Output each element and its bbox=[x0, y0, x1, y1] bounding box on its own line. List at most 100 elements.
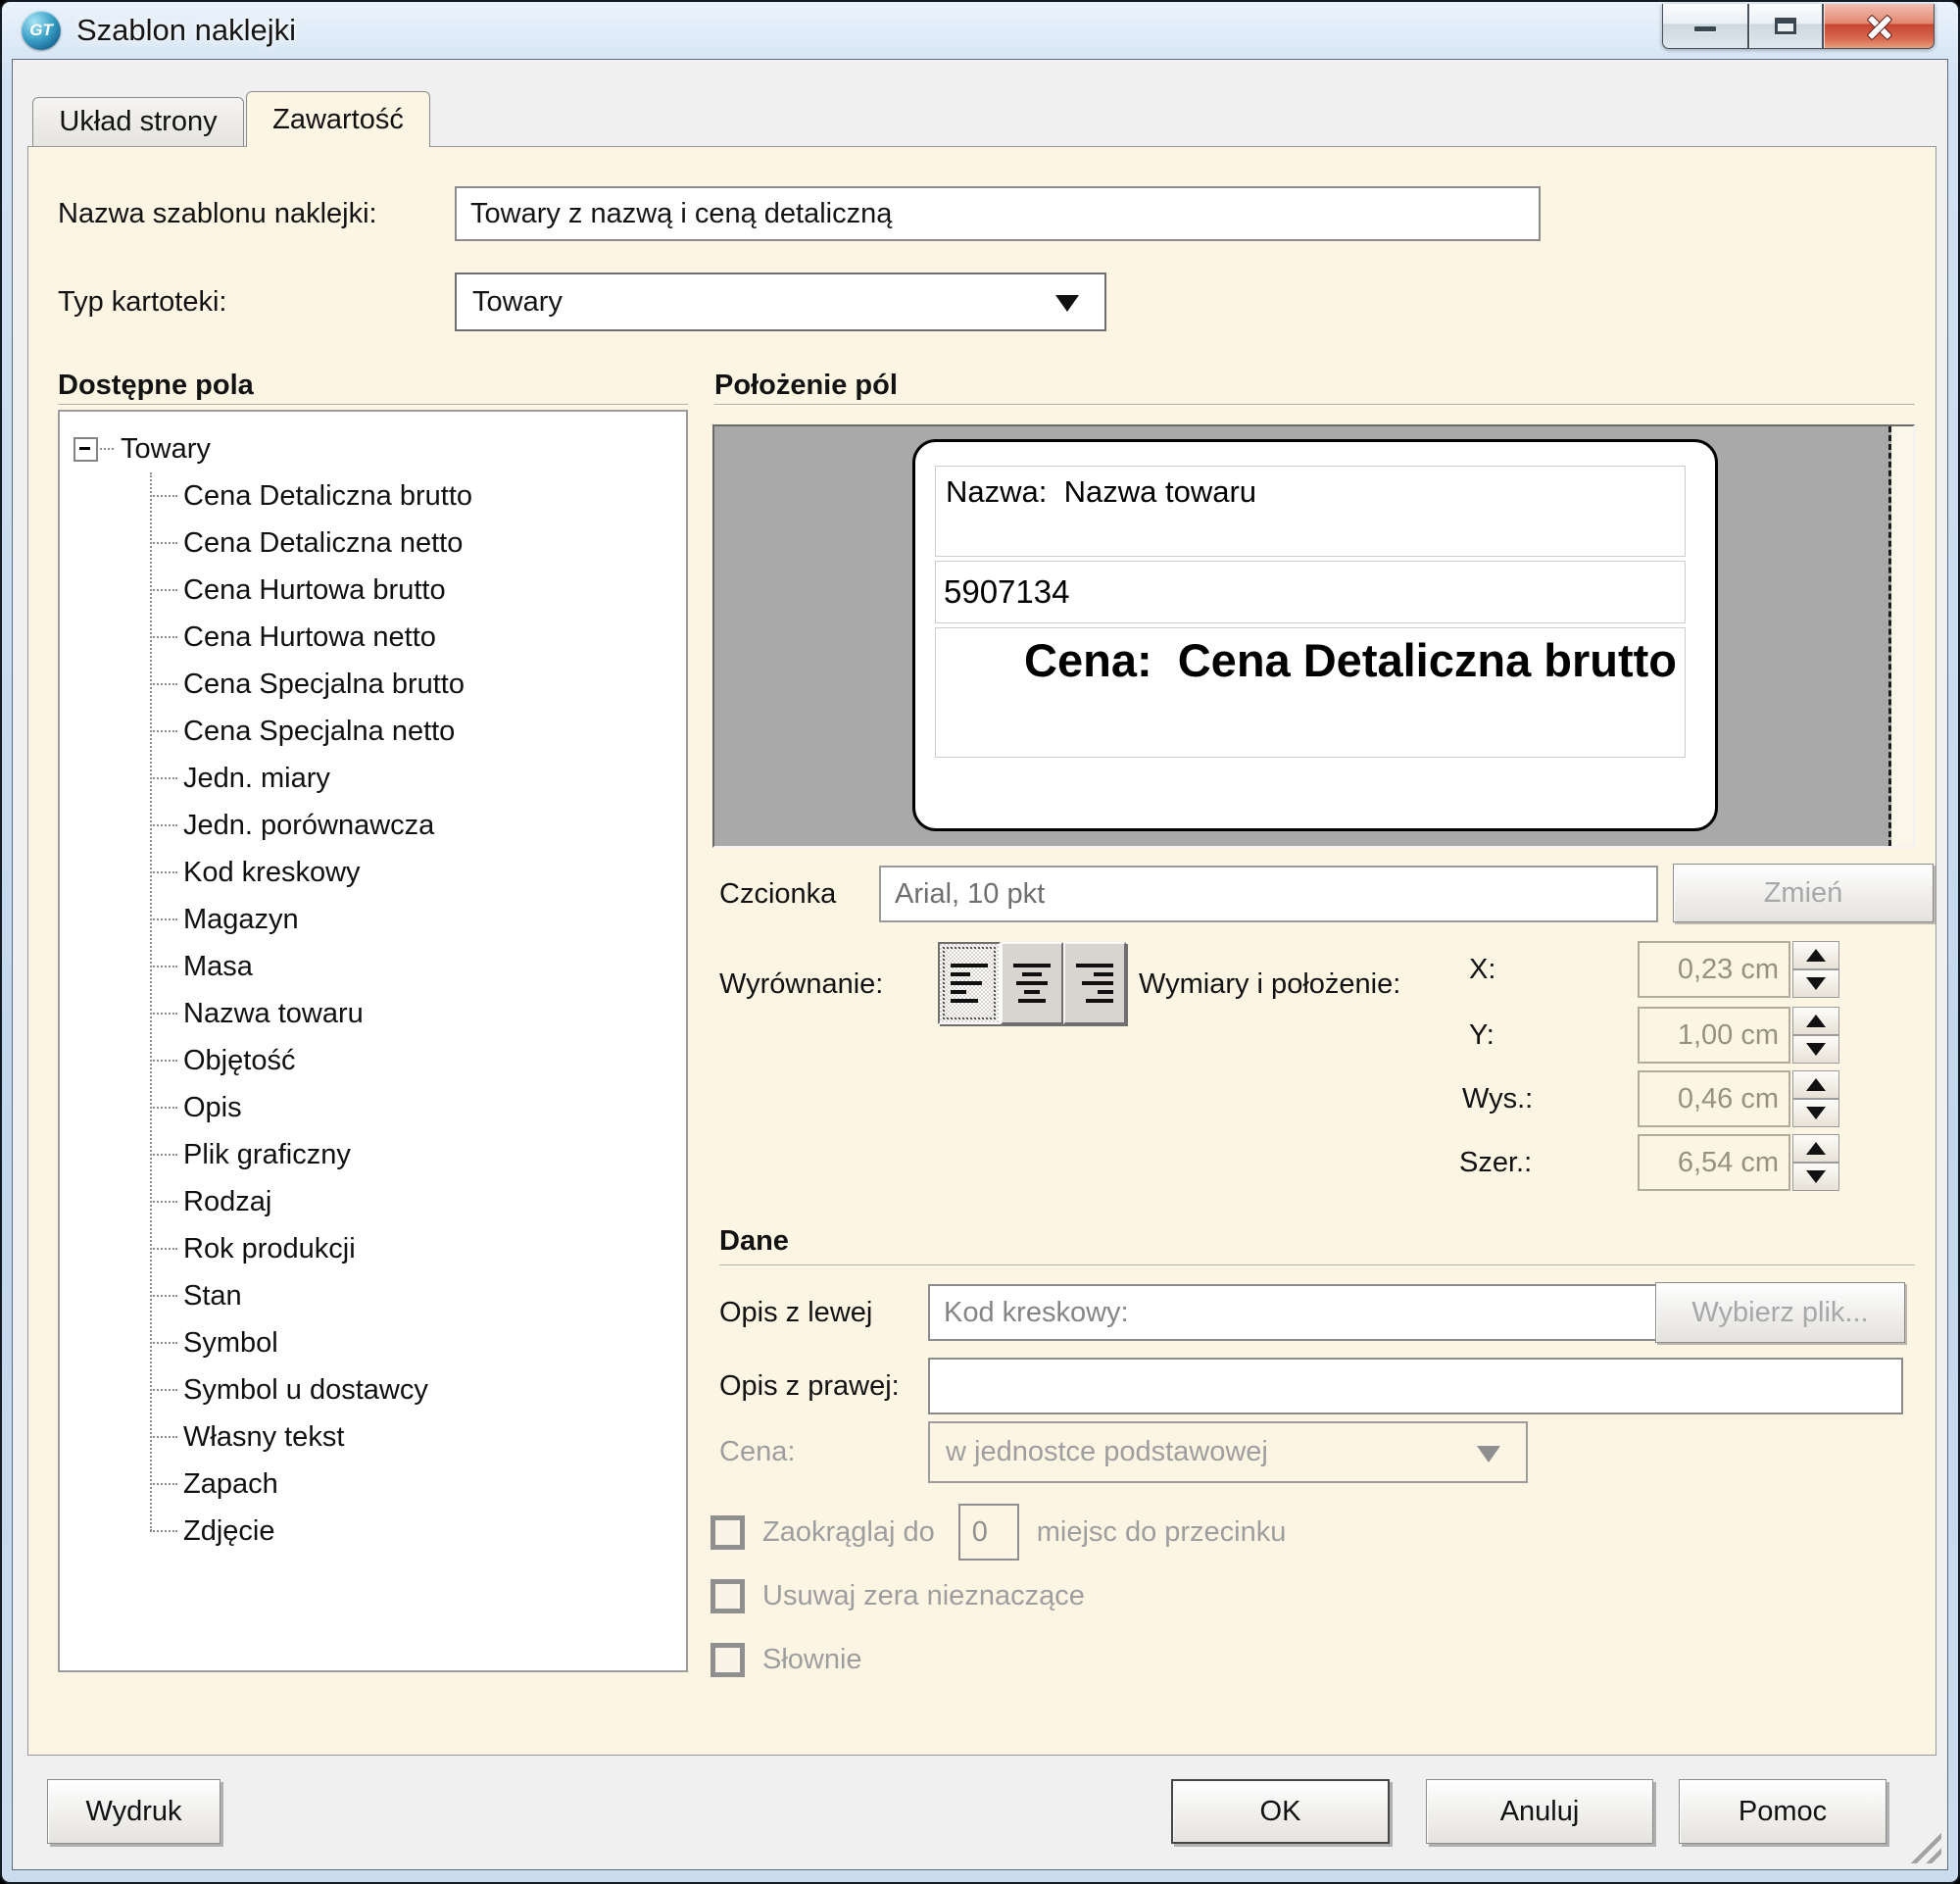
tree-connector bbox=[150, 542, 177, 544]
tree-item[interactable]: Cena Specjalna netto bbox=[60, 708, 686, 755]
tree-item[interactable]: Kod kreskowy bbox=[60, 849, 686, 896]
tree-item[interactable]: Jedn. miary bbox=[60, 755, 686, 802]
align-right-button[interactable] bbox=[1063, 942, 1126, 1024]
tree-item[interactable]: Nazwa towaru bbox=[60, 990, 686, 1037]
tree-connector bbox=[150, 683, 177, 685]
chevron-down-icon bbox=[1055, 295, 1079, 312]
arrow-down-icon bbox=[1806, 977, 1826, 990]
tab-uklad-strony[interactable]: Układ strony bbox=[32, 97, 244, 146]
minimize-button[interactable] bbox=[1662, 4, 1748, 49]
maximize-button[interactable] bbox=[1748, 4, 1823, 49]
x-up-button[interactable] bbox=[1792, 941, 1839, 969]
tree-item[interactable]: Objętość bbox=[60, 1037, 686, 1084]
price-unit-value: w jednostce podstawowej bbox=[946, 1436, 1268, 1468]
height-stepper bbox=[1792, 1070, 1839, 1127]
close-button[interactable] bbox=[1823, 4, 1935, 49]
help-button[interactable]: Pomoc bbox=[1679, 1779, 1886, 1844]
x-field[interactable]: 0,23 cm bbox=[1638, 941, 1790, 998]
left-description-label: Opis z lewej bbox=[719, 1284, 872, 1341]
cancel-button[interactable]: Anuluj bbox=[1426, 1779, 1653, 1844]
dialog-client-area: Układ strony Zawartość Nazwa szablonu na… bbox=[12, 59, 1948, 1870]
tree-item-label: Rok produkcji bbox=[183, 1233, 356, 1265]
tree-item[interactable]: Rok produkcji bbox=[60, 1225, 686, 1272]
arrow-up-icon bbox=[1806, 1015, 1826, 1027]
tree-connector bbox=[150, 824, 177, 826]
font-label: Czcionka bbox=[719, 866, 836, 922]
ok-button[interactable]: OK bbox=[1171, 1779, 1390, 1844]
caption-buttons bbox=[1662, 4, 1935, 49]
divider bbox=[58, 404, 688, 406]
tree-connector bbox=[150, 589, 177, 591]
preview-field-nazwa[interactable]: Nazwa: Nazwa towaru bbox=[935, 466, 1686, 557]
preview-field-cena[interactable]: Cena: Cena Detaliczna brutto bbox=[935, 627, 1686, 758]
template-name-input[interactable]: Towary z nazwą i ceną detaliczną bbox=[455, 186, 1541, 241]
y-down-button[interactable] bbox=[1792, 1035, 1839, 1064]
tree-item[interactable]: Plik graficzny bbox=[60, 1131, 686, 1178]
tree-connector bbox=[150, 1154, 177, 1156]
tree-connector bbox=[150, 1389, 177, 1391]
height-up-button[interactable] bbox=[1792, 1070, 1839, 1099]
arrow-down-icon bbox=[1806, 1107, 1826, 1119]
tree-connector bbox=[150, 1483, 177, 1485]
resize-grip-icon[interactable] bbox=[1904, 1826, 1941, 1863]
y-field[interactable]: 1,00 cm bbox=[1638, 1007, 1790, 1064]
left-description-input[interactable]: Kod kreskowy: bbox=[928, 1284, 1661, 1341]
collapse-minus-icon[interactable] bbox=[74, 437, 98, 462]
in-words-checkbox bbox=[710, 1643, 745, 1677]
tree-item[interactable]: Stan bbox=[60, 1272, 686, 1319]
width-up-button[interactable] bbox=[1792, 1134, 1839, 1163]
align-left-button[interactable] bbox=[938, 942, 1001, 1024]
tree-item-label: Zapach bbox=[183, 1468, 278, 1501]
label-preview-page: Nazwa: Nazwa towaru 5907134 Cena: Cena D… bbox=[714, 426, 1891, 846]
tree-item[interactable]: Masa bbox=[60, 943, 686, 990]
tree-connector bbox=[150, 1107, 177, 1109]
tree-item[interactable]: Cena Hurtowa brutto bbox=[60, 567, 686, 614]
x-down-button[interactable] bbox=[1792, 969, 1839, 998]
preview-field-barcode[interactable]: 5907134 bbox=[935, 561, 1686, 623]
price-unit-combobox: w jednostce podstawowej bbox=[928, 1421, 1528, 1483]
tree-item[interactable]: Cena Detaliczna brutto bbox=[60, 472, 686, 520]
tree-item[interactable]: Opis bbox=[60, 1084, 686, 1131]
tree-item[interactable]: Cena Hurtowa netto bbox=[60, 614, 686, 661]
tree-item[interactable]: Jedn. porównawcza bbox=[60, 802, 686, 849]
tree-item[interactable]: Cena Detaliczna netto bbox=[60, 520, 686, 567]
tree-item-label: Masa bbox=[183, 951, 253, 983]
y-up-button[interactable] bbox=[1792, 1007, 1839, 1035]
align-center-button[interactable] bbox=[1001, 942, 1063, 1024]
card-type-combobox[interactable]: Towary bbox=[455, 273, 1106, 331]
divider bbox=[719, 1264, 1915, 1266]
tree-connector bbox=[150, 918, 177, 920]
field-position-header: Położenie pól bbox=[714, 370, 898, 402]
tree-item[interactable]: Własny tekst bbox=[60, 1413, 686, 1461]
tree-item[interactable]: Symbol u dostawcy bbox=[60, 1366, 686, 1413]
width-field[interactable]: 6,54 cm bbox=[1638, 1134, 1790, 1191]
y-label: Y: bbox=[1469, 1007, 1494, 1064]
tree-root-label: Towary bbox=[121, 433, 211, 466]
tree-item[interactable]: Zdjęcie bbox=[60, 1508, 686, 1555]
tree-connector bbox=[150, 1436, 177, 1438]
tree-item-label: Cena Specjalna netto bbox=[183, 716, 455, 748]
tree-root-towary[interactable]: Towary bbox=[60, 425, 686, 472]
right-description-input[interactable] bbox=[928, 1358, 1903, 1414]
tree-connector bbox=[150, 495, 177, 497]
height-down-button[interactable] bbox=[1792, 1099, 1839, 1127]
print-button[interactable]: Wydruk bbox=[47, 1779, 220, 1844]
tree-item[interactable]: Rodzaj bbox=[60, 1178, 686, 1225]
width-stepper bbox=[1792, 1134, 1839, 1191]
change-font-button: Zmień bbox=[1673, 864, 1934, 922]
round-row: Zaokrąglaj do 0 miejsc do przecinku bbox=[710, 1501, 1286, 1563]
tree-item[interactable]: Zapach bbox=[60, 1461, 686, 1508]
tree-item[interactable]: Symbol bbox=[60, 1319, 686, 1366]
width-down-button[interactable] bbox=[1792, 1163, 1839, 1191]
font-field[interactable]: Arial, 10 pkt bbox=[879, 866, 1658, 922]
tree-item[interactable]: Magazyn bbox=[60, 896, 686, 943]
tree-connector bbox=[150, 1248, 177, 1250]
height-field[interactable]: 0,46 cm bbox=[1638, 1070, 1790, 1127]
tree-item[interactable]: Cena Specjalna brutto bbox=[60, 661, 686, 708]
arrow-down-icon bbox=[1806, 1170, 1826, 1183]
tab-zawartosc[interactable]: Zawartość bbox=[246, 91, 430, 147]
x-label: X: bbox=[1469, 941, 1495, 998]
window: GT Szablon naklejki Układ strony Zawarto… bbox=[0, 0, 1960, 1884]
tree-item-label: Cena Hurtowa brutto bbox=[183, 574, 446, 607]
round-checkbox bbox=[710, 1515, 745, 1550]
